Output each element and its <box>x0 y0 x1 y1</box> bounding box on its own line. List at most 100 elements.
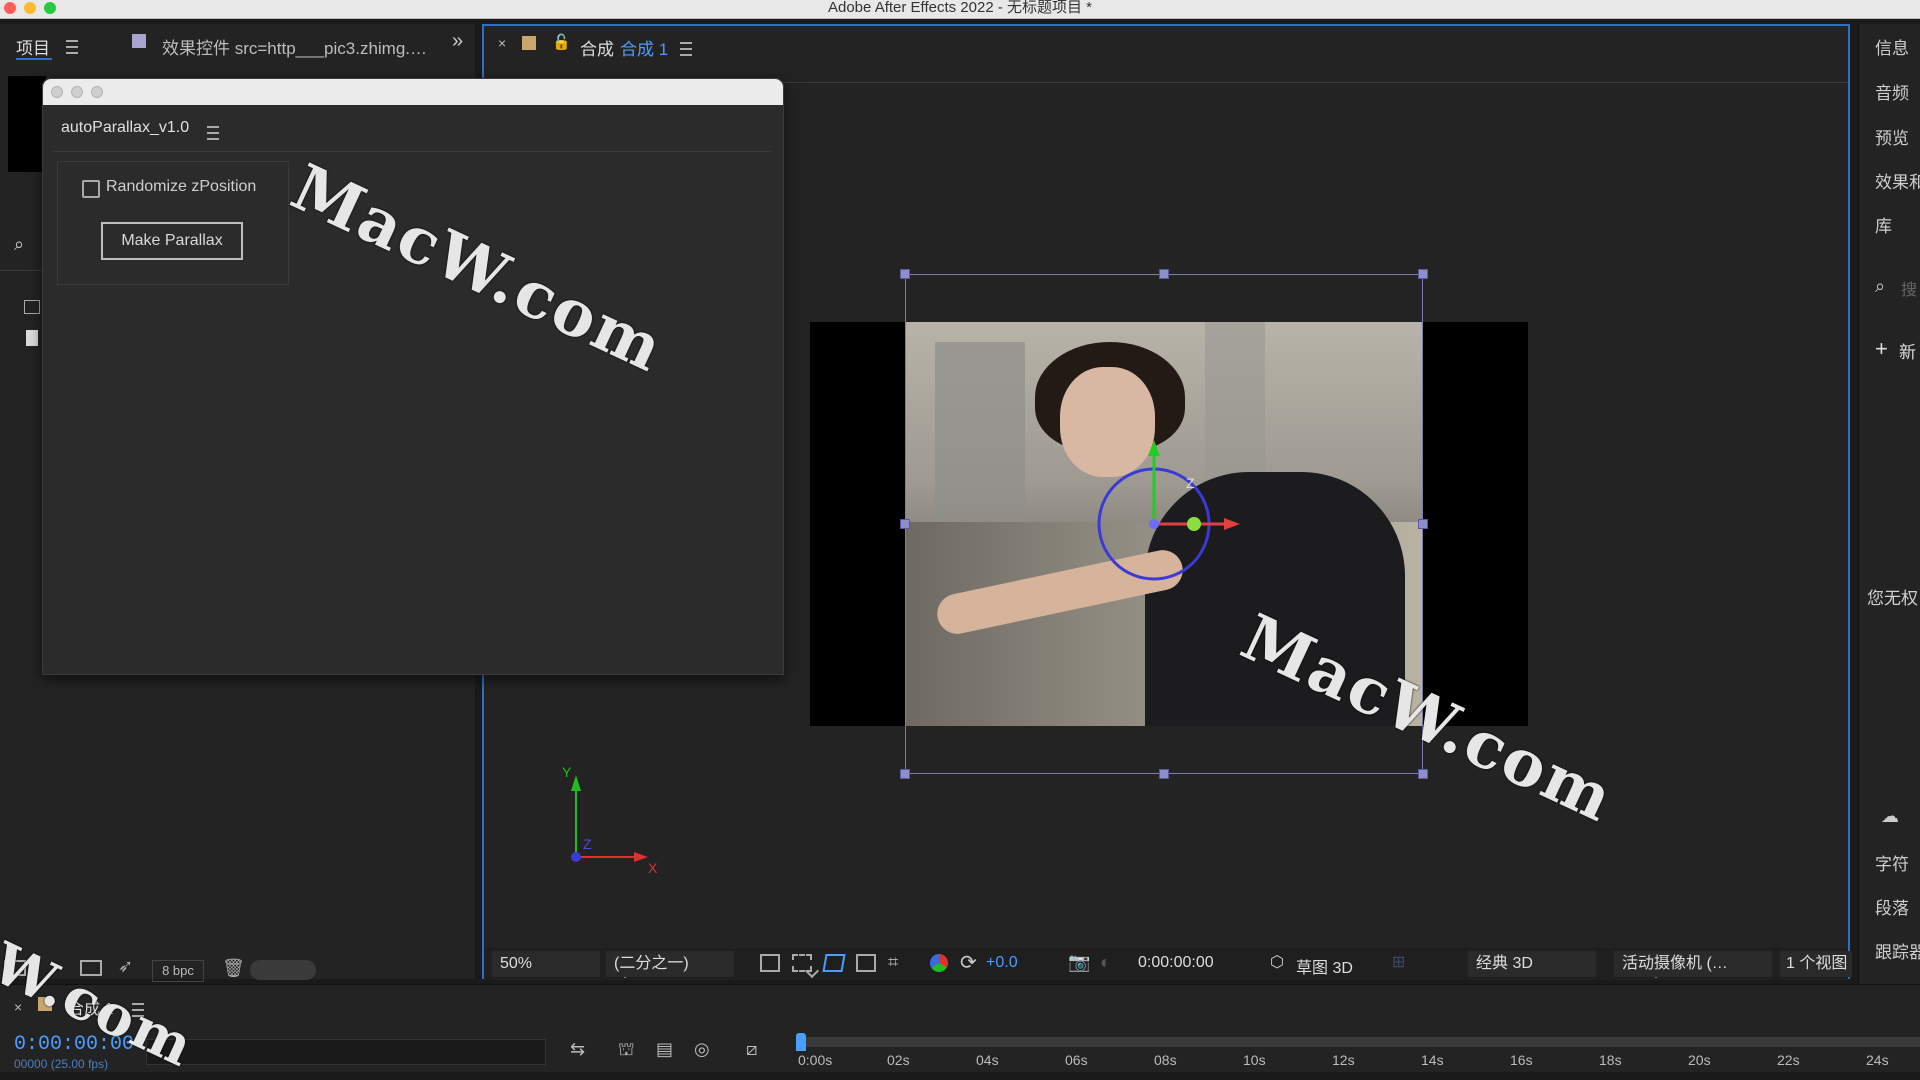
lock-icon[interactable]: 🔓 <box>552 33 571 51</box>
views-select[interactable]: 1 个视图 <box>1780 951 1852 977</box>
resolution-value: (二分之一) <box>614 955 689 972</box>
channel-icon[interactable] <box>930 954 948 972</box>
anchor-point[interactable] <box>1149 519 1159 529</box>
extended-viewer-icon[interactable]: ⊞ <box>1392 952 1405 972</box>
comp-tab-prefix[interactable]: 合成 <box>580 35 614 60</box>
script-zoom-button[interactable] <box>91 86 103 98</box>
library-search-icon[interactable]: ⌕ <box>1875 276 1885 297</box>
exposure-value[interactable]: +0.0 <box>986 954 1018 972</box>
script-window-titlebar[interactable] <box>43 79 783 105</box>
comp-bottom-toolbar: 50% (二分之一) ⌗ ⟳ +0.0 📷 ◐ 0:00:00:00 ⬡ 草图 … <box>484 948 1852 980</box>
ruler-tick-label: 14s <box>1421 1052 1444 1068</box>
script-minimize-button[interactable] <box>71 86 83 98</box>
transform-handle[interactable] <box>1418 519 1428 529</box>
panel-audio[interactable]: 音频 <box>1875 79 1909 104</box>
gizmo-center-handle[interactable] <box>1187 517 1201 531</box>
randomize-zposition-label[interactable]: Randomize zPosition <box>106 178 256 196</box>
zoom-select[interactable]: 50% <box>492 951 633 979</box>
world-axis-indicator: Y Z X <box>562 764 658 876</box>
library-search-input[interactable]: 搜 <box>1901 276 1917 300</box>
show-snapshot-icon[interactable]: ◐ <box>1100 952 1111 973</box>
comp-color-label-icon <box>522 36 536 50</box>
app-title: Adobe After Effects 2022 - 无标题项目 * <box>827 0 1092 16</box>
axis-z-label: Z <box>583 836 592 852</box>
project-search-icon[interactable]: ⌕ <box>14 234 24 255</box>
panel-info[interactable]: 信息 <box>1875 34 1909 59</box>
snapshot-camera-icon[interactable]: 📷 <box>1068 952 1090 973</box>
thumbnail-slider[interactable] <box>250 960 316 980</box>
panel-character[interactable]: 字符 <box>1875 850 1909 875</box>
gizmo-z-label: Z <box>1186 475 1195 491</box>
footage-item-icon[interactable] <box>26 330 38 346</box>
divider <box>0 270 42 271</box>
mask-visibility-icon[interactable] <box>822 954 846 972</box>
ruler-tick-label: 16s <box>1510 1052 1533 1068</box>
reset-exposure-icon[interactable]: ⟳ <box>960 950 977 975</box>
transform-handle[interactable] <box>1159 269 1169 279</box>
transform-handle[interactable] <box>900 269 910 279</box>
comp-item-icon[interactable] <box>24 300 40 314</box>
right-panel-stack: 信息 音频 预览 效果和 库 ⌕ 搜 + 新 您无权 ☁ 字符 段落 跟踪器 <box>1858 24 1920 1071</box>
ruler-tick-label: 02s <box>887 1052 910 1068</box>
panel-effects-presets[interactable]: 效果和 <box>1875 168 1920 193</box>
transform-handle[interactable] <box>1418 769 1428 779</box>
divider <box>53 151 771 152</box>
transparency-grid-icon[interactable] <box>792 954 812 972</box>
zoom-value: 50% <box>500 955 533 972</box>
transform-handle[interactable] <box>900 519 910 529</box>
transform-handle[interactable] <box>1418 269 1428 279</box>
draft-3d-label[interactable]: 草图 3D <box>1296 954 1353 978</box>
script-window-menu-icon[interactable] <box>207 125 219 140</box>
axis-y-label: Y <box>562 764 572 780</box>
ruler-tick-label: 0:00s <box>798 1052 833 1068</box>
randomize-zposition-checkbox[interactable] <box>82 180 100 198</box>
render-queue-icon[interactable]: ➶ <box>118 956 133 977</box>
panel-paragraph[interactable]: 段落 <box>1875 894 1909 919</box>
resolution-select[interactable]: (二分之一) <box>606 951 819 979</box>
camera-select[interactable]: 活动摄像机 (… <box>1614 951 1772 977</box>
transform-handle[interactable] <box>900 769 910 779</box>
comp-panel-tabs: × 🔓 合成 合成 1 <box>484 26 1848 62</box>
add-icon[interactable]: + <box>1875 336 1888 362</box>
camera-value: 活动摄像机 (… <box>1622 955 1728 972</box>
project-thumbnail <box>8 76 46 172</box>
tab-project[interactable]: 项目 <box>16 34 50 59</box>
effects-color-label-icon <box>132 34 146 48</box>
views-value: 1 个视图 <box>1786 955 1848 972</box>
gizmo-y-arrow <box>1148 440 1160 456</box>
ruler-tick-label: 08s <box>1154 1052 1177 1068</box>
region-of-interest-icon[interactable] <box>856 954 876 972</box>
ruler-tick-label: 20s <box>1688 1052 1711 1068</box>
panel-libraries[interactable]: 库 <box>1875 212 1892 237</box>
parallax-options-group: Randomize zPosition Make Parallax <box>57 161 289 285</box>
bpc-button[interactable]: 8 bpc <box>152 960 204 982</box>
project-panel-menu-icon[interactable] <box>66 39 78 54</box>
delete-trash-icon[interactable]: 🗑 <box>222 958 245 979</box>
time-ruler[interactable]: 0:00s 02s 04s 06s 08s 10s 12s 14s 16s 18s 20s 22s 24… <box>0 985 1920 1072</box>
comp-tab-name[interactable]: 合成 1 <box>620 35 668 60</box>
gizmo-x-arrow <box>1224 518 1240 530</box>
panel-preview[interactable]: 预览 <box>1875 124 1909 149</box>
comp-timecode[interactable]: 0:00:00:00 <box>1138 954 1214 972</box>
transform-handle[interactable] <box>1159 769 1169 779</box>
comp-panel-menu-icon[interactable] <box>680 41 692 56</box>
panel-tracker[interactable]: 跟踪器 <box>1875 938 1920 963</box>
panel-overflow-icon[interactable]: » <box>452 30 463 53</box>
renderer-select[interactable]: 经典 3D <box>1468 951 1663 979</box>
close-tab-icon[interactable]: × <box>498 35 506 51</box>
project-panel-tabs: 项目 效果控件 src=http___pic3.zhimg.… » <box>0 24 475 60</box>
ruler-tick-label: 06s <box>1065 1052 1088 1068</box>
script-window-title: autoParallax_v1.0 <box>61 119 190 136</box>
cloud-sync-icon[interactable]: ☁ <box>1881 806 1899 827</box>
draft-3d-icon[interactable]: ⬡ <box>1270 952 1284 972</box>
make-parallax-button[interactable]: Make Parallax <box>101 222 243 260</box>
fast-previews-icon[interactable] <box>760 954 780 972</box>
new-library-button[interactable]: 新 <box>1899 338 1916 363</box>
axis-x-label: X <box>648 860 658 876</box>
active-tab-underline <box>16 58 52 60</box>
tab-effects-controls[interactable]: 效果控件 src=http___pic3.zhimg.… <box>162 34 427 59</box>
3d-transform-gizmo[interactable]: Z <box>1086 426 1256 586</box>
grid-guides-icon[interactable]: ⌗ <box>888 952 898 973</box>
ruler-tick-label: 18s <box>1599 1052 1622 1068</box>
script-close-button[interactable] <box>51 86 63 98</box>
